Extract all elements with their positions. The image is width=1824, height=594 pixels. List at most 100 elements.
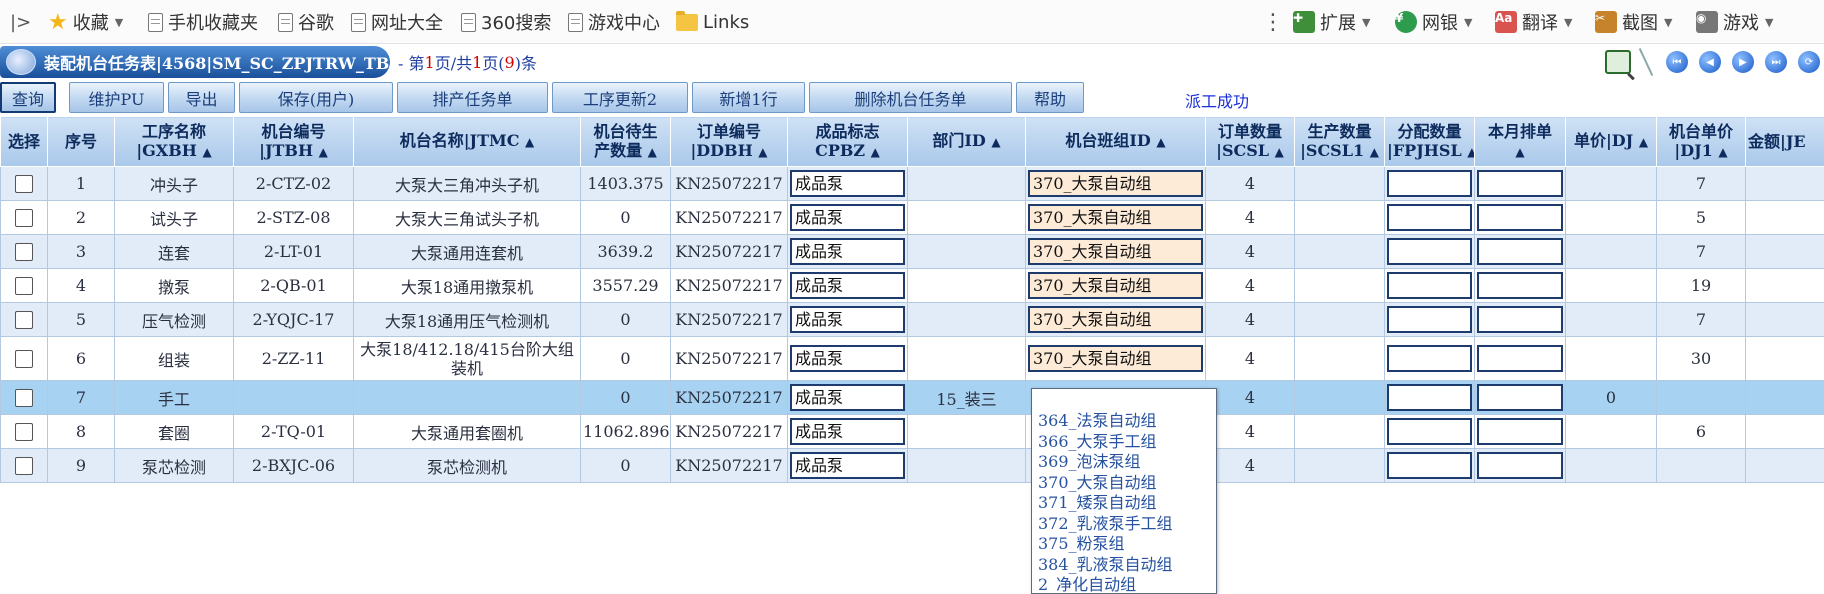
table-row[interactable]: 6 组装 2-ZZ-11 大泵18/412.18/415台阶大组装机 0 KN2… [0, 336, 1824, 381]
table-row[interactable]: 9 泵芯检测 2-BXJC-06 泵芯检测机 0 KN25072217 成品泵 … [0, 448, 1824, 483]
row-checkbox[interactable] [15, 311, 33, 330]
row-checkbox[interactable] [15, 457, 33, 476]
table-row[interactable]: 8 套圈 2-TQ-01 大泵通用套圈机 11062.896 KN2507221… [0, 414, 1824, 449]
column-header-select[interactable]: 选择 [0, 116, 48, 167]
add-row-button[interactable]: 新增1行 [692, 82, 805, 113]
more-options-button[interactable]: ⋮ [1262, 0, 1284, 44]
column-header-ddbh[interactable]: 订单编号 |DDBH ▲ [670, 116, 788, 167]
query-button[interactable]: 查询 [0, 82, 56, 113]
team-select[interactable]: 370_大泵自动组 [1028, 170, 1203, 197]
row-checkbox[interactable] [15, 209, 33, 228]
monthly-input[interactable] [1477, 306, 1563, 333]
table-row[interactable]: 4 撴泵 2-QB-01 大泵18通用撴泵机 3557.29 KN2507221… [0, 268, 1824, 303]
column-header-dept[interactable]: 部门ID ▲ [907, 116, 1026, 167]
dropdown-option[interactable]: 370_大泵自动组 [1032, 473, 1216, 494]
column-header-seq[interactable]: 序号 [47, 116, 115, 167]
table-row[interactable]: 2 试头子 2-STZ-08 大泵大三角试头子机 0 KN25072217 成品… [0, 200, 1824, 235]
tool-games[interactable]: ◉ 游戏 ▼ [1696, 0, 1773, 44]
tool-netbank[interactable]: ¥ 网银 ▼ [1395, 0, 1472, 44]
table-row[interactable]: 5 压气检测 2-YQJC-17 大泵18通用压气检测机 0 KN2507221… [0, 302, 1824, 337]
dropdown-option[interactable]: 372_乳液泵手工组 [1032, 514, 1216, 535]
dropdown-option[interactable]: 369_泡沫泵组 [1032, 452, 1216, 473]
dropdown-option[interactable]: 2_净化自动组 [1032, 575, 1216, 593]
last-page-icon[interactable]: ⏭ [1765, 51, 1787, 73]
monthly-input[interactable] [1477, 452, 1563, 479]
column-header-team[interactable]: 机台班组ID ▲ [1025, 116, 1206, 167]
row-checkbox[interactable] [15, 277, 33, 296]
monthly-input[interactable] [1477, 384, 1563, 411]
dropdown-option[interactable]: 364_法泵自动组 [1032, 411, 1216, 432]
previous-page-icon[interactable]: ◀ [1699, 51, 1721, 73]
alloc-qty-input[interactable] [1387, 345, 1472, 372]
column-header-je[interactable]: 金额|JE [1745, 116, 1824, 167]
row-checkbox[interactable] [15, 423, 33, 442]
table-row[interactable]: 1 冲头子 2-CTZ-02 大泵大三角冲头子机 1403.375 KN2507… [0, 166, 1824, 201]
bookmark-google[interactable]: 谷歌 [278, 0, 334, 44]
column-header-monthly[interactable]: 本月排单 ▲ [1474, 116, 1566, 167]
process-update2-button[interactable]: 工序更新2 [552, 82, 688, 113]
table-row[interactable]: 3 连套 2-LT-01 大泵通用连套机 3639.2 KN25072217 成… [0, 234, 1824, 269]
alloc-qty-input[interactable] [1387, 238, 1472, 265]
row-checkbox[interactable] [15, 243, 33, 262]
alloc-qty-input[interactable] [1387, 170, 1472, 197]
bookmark-url-directory[interactable]: 网址大全 [351, 0, 443, 44]
monthly-input[interactable] [1477, 272, 1563, 299]
delete-machine-task-button[interactable]: 删除机台任务单 [809, 82, 1012, 113]
tool-extensions[interactable]: ✚ 扩展 ▼ [1293, 0, 1370, 44]
dropdown-option[interactable]: 384_乳液泵自动组 [1032, 555, 1216, 576]
column-header-cpbz[interactable]: 成品标志 CPBZ ▲ [787, 116, 908, 167]
alloc-qty-input[interactable] [1387, 418, 1472, 445]
tool-translate[interactable]: Aa 翻译 ▼ [1495, 0, 1572, 44]
column-header-dj[interactable]: 单价|DJ ▲ [1565, 116, 1657, 167]
team-select[interactable]: 370_大泵自动组 [1028, 272, 1203, 299]
bookmark-mobile-favorites[interactable]: 手机收藏夹 [148, 0, 258, 44]
monthly-input[interactable] [1477, 170, 1563, 197]
maintain-pu-button[interactable]: 维护PU [69, 82, 164, 113]
column-header-fpjhsl[interactable]: 分配数量|FPJHSL ▲ [1384, 116, 1475, 167]
search-icon[interactable] [1605, 50, 1631, 74]
schedule-task-button[interactable]: 排产任务单 [397, 82, 548, 113]
bookmark-links-folder[interactable]: Links [676, 0, 749, 44]
export-button[interactable]: 导出 [168, 82, 235, 113]
team-dropdown-list[interactable]: 364_法泵自动组 366_大泵手工组 369_泡沫泵组 370_大泵自动组 3… [1031, 388, 1217, 594]
bookmark-360-search[interactable]: 360搜索 [461, 0, 551, 44]
alloc-qty-input[interactable] [1387, 204, 1472, 231]
dropdown-option[interactable]: 366_大泵手工组 [1032, 432, 1216, 453]
first-page-icon[interactable]: ⏮ [1666, 51, 1688, 73]
product-flag-input[interactable]: 成品泵 [790, 238, 905, 265]
dropdown-option[interactable]: 371_矮泵自动组 [1032, 493, 1216, 514]
team-select[interactable]: 370_大泵自动组 [1028, 204, 1203, 231]
bookmark-game-center[interactable]: 游戏中心 [568, 0, 660, 44]
column-header-jtmc[interactable]: 机台名称|JTMC ▲ [353, 116, 581, 167]
product-flag-input[interactable]: 成品泵 [790, 306, 905, 333]
next-page-icon[interactable]: ▶ [1732, 51, 1754, 73]
product-flag-input[interactable]: 成品泵 [790, 384, 905, 411]
monthly-input[interactable] [1477, 238, 1563, 265]
monthly-input[interactable] [1477, 418, 1563, 445]
column-header-dj1[interactable]: 机台单价 |DJ1 ▲ [1656, 116, 1746, 167]
column-header-jtbh[interactable]: 机台编号 |JTBH ▲ [233, 116, 354, 167]
bookmark-favorites[interactable]: ★ 收藏 ▼ [48, 0, 123, 44]
product-flag-input[interactable]: 成品泵 [790, 345, 905, 372]
sidebar-toggle-button[interactable]: |> [10, 0, 31, 44]
column-header-pending[interactable]: 机台待生 产数量 ▲ [580, 116, 671, 167]
monthly-input[interactable] [1477, 204, 1563, 231]
product-flag-input[interactable]: 成品泵 [790, 170, 905, 197]
alloc-qty-input[interactable] [1387, 306, 1472, 333]
alloc-qty-input[interactable] [1387, 384, 1472, 411]
dropdown-option[interactable]: 375_粉泵组 [1032, 534, 1216, 555]
alloc-qty-input[interactable] [1387, 272, 1472, 299]
product-flag-input[interactable]: 成品泵 [790, 272, 905, 299]
column-header-scsl1[interactable]: 生产数量 |SCSL1 ▲ [1294, 116, 1385, 167]
column-header-gxbh[interactable]: 工序名称 |GXBH ▲ [114, 116, 234, 167]
monthly-input[interactable] [1477, 345, 1563, 372]
table-row-selected[interactable]: 7 手工 0 KN25072217 成品泵 15_装三 4 0 [0, 380, 1824, 415]
alloc-qty-input[interactable] [1387, 452, 1472, 479]
column-header-scsl[interactable]: 订单数量 |SCSL ▲ [1205, 116, 1295, 167]
help-button[interactable]: 帮助 [1016, 82, 1084, 113]
product-flag-input[interactable]: 成品泵 [790, 452, 905, 479]
product-flag-input[interactable]: 成品泵 [790, 418, 905, 445]
row-checkbox[interactable] [15, 350, 33, 369]
team-select[interactable]: 370_大泵自动组 [1028, 345, 1203, 372]
team-select[interactable]: 370_大泵自动组 [1028, 238, 1203, 265]
